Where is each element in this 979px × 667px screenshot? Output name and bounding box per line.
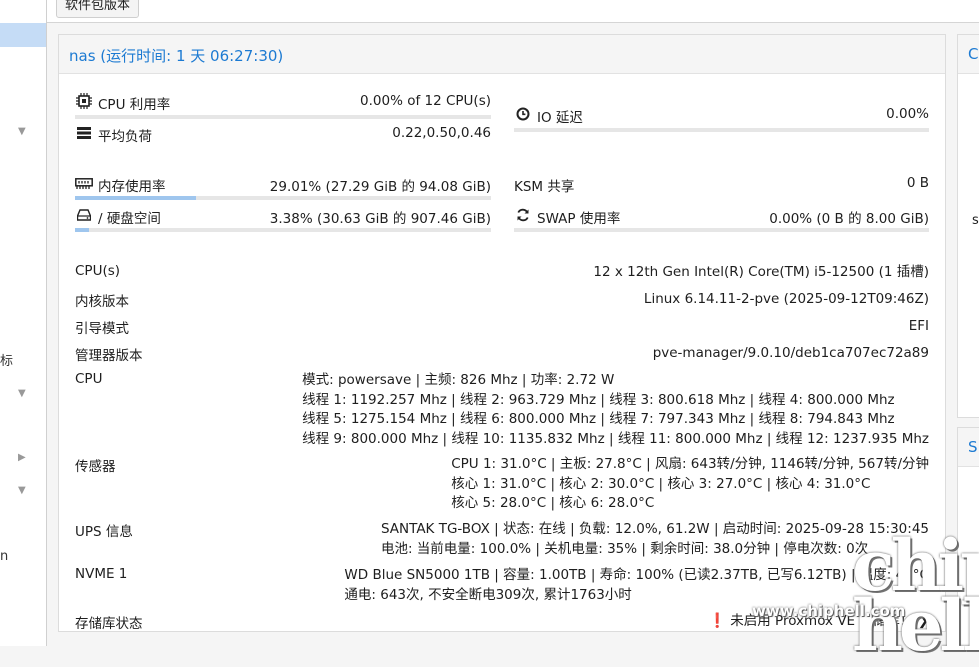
cpu-detail-line: 线程 1: 1192.257 Mhz | 线程 2: 963.729 Mhz |… (302, 391, 895, 408)
hard-drive-icon (75, 209, 93, 225)
memory-usage-bar-fill (75, 196, 196, 200)
cpu-usage-row: CPU 利用率 0.00% of 12 CPU(s) (75, 93, 491, 113)
chevron-down-icon[interactable]: ▼ (18, 486, 28, 496)
disk-space-bar-fill (75, 228, 90, 232)
info-row-cpu-detail: CPU 模式: powersave | 主频: 826 Mhz | 功率: 2.… (75, 371, 929, 451)
clock-icon (514, 107, 532, 125)
top-toolbar: 软件包版本 (47, 0, 979, 23)
chevron-right-icon[interactable]: ▶ (18, 453, 28, 463)
cpu-detail-line: 模式: powersave | 主频: 826 Mhz | 功率: 2.72 W (302, 372, 615, 388)
info-value: CPU 1: 31.0°C | 主板: 27.8°C | 风扇: 643转/分钟… (451, 455, 929, 514)
swap-usage-row: SWAP 使用率 0.00% (0 B 的 8.00 GiB) (514, 207, 929, 227)
memory-usage-bar (75, 196, 491, 200)
sidebar-label-fragment: n (0, 549, 9, 564)
info-row-sensors: 传感器 CPU 1: 31.0°C | 主板: 27.8°C | 风扇: 643… (75, 455, 929, 515)
sensor-line: CPU 1: 31.0°C | 主板: 27.8°C | 风扇: 643转/分钟… (451, 456, 929, 472)
load-average-row: 平均负荷 0.22,0.50,0.46 (75, 125, 491, 145)
cpu-chip-icon (75, 93, 93, 113)
right-panel-top: C s (957, 34, 979, 418)
watermark-site: www.chiphell.com (752, 602, 906, 620)
swap-usage-label: SWAP 使用率 (537, 211, 621, 227)
disk-space-label: / 硬盘空间 (98, 211, 161, 227)
right-panel-bottom-header: S (958, 428, 979, 467)
info-value: Linux 6.14.11-2-pve (2025-09-12T09:46Z) (643, 291, 929, 307)
sensor-line: 核心 5: 28.0°C | 核心 6: 28.0°C (451, 495, 655, 511)
refresh-icon (514, 208, 532, 226)
cpu-usage-bar (75, 115, 491, 119)
load-average-value: 0.22,0.50,0.46 (392, 125, 491, 141)
info-row-manager-version: 管理器版本 pve-manager/9.0.10/deb1ca707ec72a8… (75, 344, 929, 364)
disk-space-value: 3.38% (30.63 GiB 的 907.46 GiB) (269, 211, 491, 227)
memory-icon (75, 177, 93, 193)
info-label: UPS 信息 (75, 524, 133, 540)
info-label: 传感器 (75, 459, 116, 475)
info-row-cpus: CPU(s) 12 x 12th Gen Intel(R) Core(TM) i… (75, 263, 929, 283)
info-label: 管理器版本 (75, 348, 143, 364)
cpu-detail-line: 线程 5: 1275.154 Mhz | 线程 6: 800.000 Mhz |… (302, 411, 895, 427)
right-panel-fragment: s (972, 213, 979, 228)
memory-usage-row: 内存使用率 29.01% (27.29 GiB 的 94.08 GiB) (75, 175, 491, 195)
memory-usage-label: 内存使用率 (98, 179, 166, 195)
chevron-down-icon[interactable]: ▼ (18, 389, 28, 399)
info-label: CPU(s) (75, 263, 121, 279)
info-value: pve-manager/9.0.10/deb1ca707ec72a89 (652, 345, 929, 361)
swap-usage-value: 0.00% (0 B 的 8.00 GiB) (769, 211, 929, 227)
info-row-boot-mode: 引导模式 EFI (75, 317, 929, 337)
memory-usage-value: 29.01% (27.29 GiB 的 94.08 GiB) (269, 179, 491, 195)
io-delay-bar (514, 128, 929, 132)
cpu-usage-value: 0.00% of 12 CPU(s) (360, 93, 491, 109)
info-label: 内核版本 (75, 294, 129, 310)
panel-header: nas (运行时间: 1 天 06:27:30) (59, 35, 945, 74)
io-delay-value: 0.00% (886, 106, 929, 122)
disk-space-bar (75, 228, 491, 232)
warning-icon: ❗ (708, 613, 726, 629)
right-panel-top-header: C (958, 35, 979, 74)
info-value: EFI (908, 318, 929, 334)
panel-title: nas (运行时间: 1 天 06:27:30) (69, 47, 284, 65)
chevron-down-icon[interactable]: ▼ (18, 127, 28, 137)
io-delay-label: IO 延迟 (537, 110, 583, 126)
load-average-label: 平均负荷 (98, 129, 152, 145)
watermark: chip hell www.chiphell.com (752, 531, 979, 661)
sidebar-selected-item[interactable] (0, 23, 46, 47)
ksm-sharing-row: KSM 共享 0 B (514, 175, 929, 195)
left-sidebar: ▼ 标 ▼ ▶ ▼ n (0, 0, 47, 646)
swap-usage-bar (514, 228, 929, 232)
info-row-kernel: 内核版本 Linux 6.14.11-2-pve (2025-09-12T09:… (75, 290, 929, 310)
sensor-line: 核心 1: 31.0°C | 核心 2: 30.0°C | 核心 3: 27.0… (451, 475, 871, 492)
info-label: 存储库状态 (75, 616, 143, 632)
sidebar-label-fragment: 标 (0, 354, 14, 369)
watermark-logo: chip hell (852, 524, 979, 667)
server-icon (75, 127, 93, 143)
disk-space-row: / 硬盘空间 3.38% (30.63 GiB 的 907.46 GiB) (75, 207, 491, 227)
info-value: 模式: powersave | 主频: 826 Mhz | 功率: 2.72 W… (302, 371, 929, 449)
io-delay-row: IO 延迟 0.00% (514, 106, 929, 126)
ksm-sharing-value: 0 B (906, 175, 929, 191)
info-label: CPU (75, 371, 103, 387)
info-value: 12 x 12th Gen Intel(R) Core(TM) i5-12500… (593, 264, 929, 280)
info-label: NVME 1 (75, 566, 128, 582)
cpu-usage-label: CPU 利用率 (98, 97, 171, 113)
ksm-sharing-label: KSM 共享 (514, 179, 575, 195)
package-versions-button[interactable]: 软件包版本 (56, 0, 140, 18)
info-label: 引导模式 (75, 321, 129, 337)
cpu-detail-line: 线程 9: 800.000 Mhz | 线程 10: 1135.832 Mhz … (302, 430, 929, 447)
